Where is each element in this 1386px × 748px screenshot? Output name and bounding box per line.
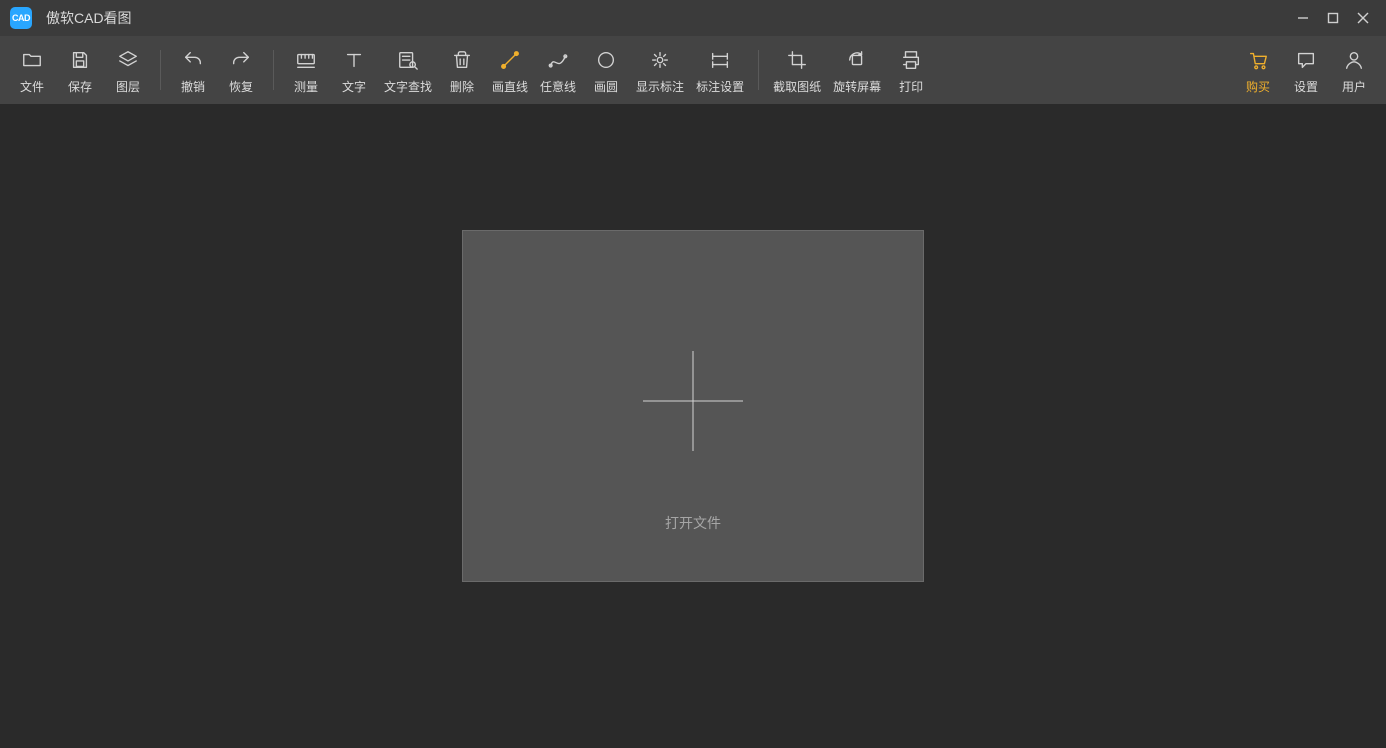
- toolbar: 文件 保存 图层 撤销 恢复 测量 文字 文字查找 删除 画直线任意线 画圆 显示标注标注设置 截取图纸…: [0, 36, 1386, 104]
- layers-icon: [114, 46, 142, 74]
- tool-print[interactable]: 打印: [887, 44, 935, 97]
- tool-label: 文字查找: [384, 78, 432, 95]
- tool-user[interactable]: 用户: [1330, 44, 1378, 97]
- tool-label: 显示标注: [636, 78, 684, 95]
- tool-label: 画直线: [492, 78, 528, 95]
- tool-label: 打印: [899, 78, 923, 95]
- tool-label: 测量: [294, 78, 318, 95]
- circle-icon: [592, 46, 620, 74]
- tool-freeline[interactable]: 任意线: [534, 44, 582, 97]
- tool-label: 旋转屏幕: [833, 78, 881, 95]
- canvas-area: 打开文件: [0, 104, 1386, 748]
- window-controls: [1288, 0, 1386, 36]
- tool-file[interactable]: 文件: [8, 44, 56, 97]
- line-icon: [496, 46, 524, 74]
- tool-find-text[interactable]: 文字查找: [378, 44, 438, 97]
- print-icon: [897, 46, 925, 74]
- tool-label: 恢复: [229, 78, 253, 95]
- measure-icon: [292, 46, 320, 74]
- maximize-button[interactable]: [1318, 3, 1348, 33]
- undo-icon: [179, 46, 207, 74]
- tool-delete[interactable]: 删除: [438, 44, 486, 97]
- toolbar-separator: [758, 50, 759, 90]
- tool-line[interactable]: 画直线: [486, 44, 534, 97]
- close-button[interactable]: [1348, 3, 1378, 33]
- maximize-icon: [1327, 12, 1339, 24]
- save-icon: [66, 46, 94, 74]
- tool-label: 文件: [20, 78, 44, 95]
- crop-icon: [783, 46, 811, 74]
- folder-icon: [18, 46, 46, 74]
- tool-label: 标注设置: [696, 78, 744, 95]
- tool-save[interactable]: 保存: [56, 44, 104, 97]
- tool-show-annot[interactable]: 显示标注: [630, 44, 690, 97]
- tool-circle[interactable]: 画圆: [582, 44, 630, 97]
- tool-label: 撤销: [181, 78, 205, 95]
- tool-crop[interactable]: 截取图纸: [767, 44, 827, 97]
- chat-icon: [1292, 46, 1320, 74]
- minimize-icon: [1297, 12, 1309, 24]
- annot-setting-icon: [706, 46, 734, 74]
- tool-label: 画圆: [594, 78, 618, 95]
- app-logo-text: CAD: [12, 13, 30, 23]
- rotate-icon: [843, 46, 871, 74]
- tool-label: 截取图纸: [773, 78, 821, 95]
- user-icon: [1340, 46, 1368, 74]
- tool-buy[interactable]: 购买: [1234, 44, 1282, 97]
- minimize-button[interactable]: [1288, 3, 1318, 33]
- tool-label: 图层: [116, 78, 140, 95]
- toolbar-separator: [273, 50, 274, 90]
- tool-label: 保存: [68, 78, 92, 95]
- find-text-icon: [394, 46, 422, 74]
- tool-label: 用户: [1342, 78, 1366, 95]
- tool-label: 任意线: [540, 78, 576, 95]
- app-logo-icon: CAD: [10, 7, 32, 29]
- tool-undo[interactable]: 撤销: [169, 44, 217, 97]
- text-icon: [340, 46, 368, 74]
- tool-label: 删除: [450, 78, 474, 95]
- tool-redo[interactable]: 恢复: [217, 44, 265, 97]
- cart-icon: [1244, 46, 1272, 74]
- freeline-icon: [544, 46, 572, 74]
- tool-text[interactable]: 文字: [330, 44, 378, 97]
- tool-label: 购买: [1246, 78, 1270, 95]
- tool-measure[interactable]: 测量: [282, 44, 330, 97]
- tool-layers[interactable]: 图层: [104, 44, 152, 97]
- open-file-label: 打开文件: [665, 513, 721, 533]
- tool-rotate[interactable]: 旋转屏幕: [827, 44, 887, 97]
- close-icon: [1357, 12, 1369, 24]
- open-file-card[interactable]: 打开文件: [462, 230, 924, 582]
- delete-icon: [448, 46, 476, 74]
- toolbar-separator: [160, 50, 161, 90]
- show-annot-icon: [646, 46, 674, 74]
- titlebar: CAD 傲软CAD看图: [0, 0, 1386, 36]
- tool-annot-setting[interactable]: 标注设置: [690, 44, 750, 97]
- redo-icon: [227, 46, 255, 74]
- app-title: 傲软CAD看图: [46, 8, 132, 28]
- tool-label: 设置: [1294, 78, 1318, 95]
- tool-label: 文字: [342, 78, 366, 95]
- plus-icon: [643, 351, 743, 451]
- tool-settings[interactable]: 设置: [1282, 44, 1330, 97]
